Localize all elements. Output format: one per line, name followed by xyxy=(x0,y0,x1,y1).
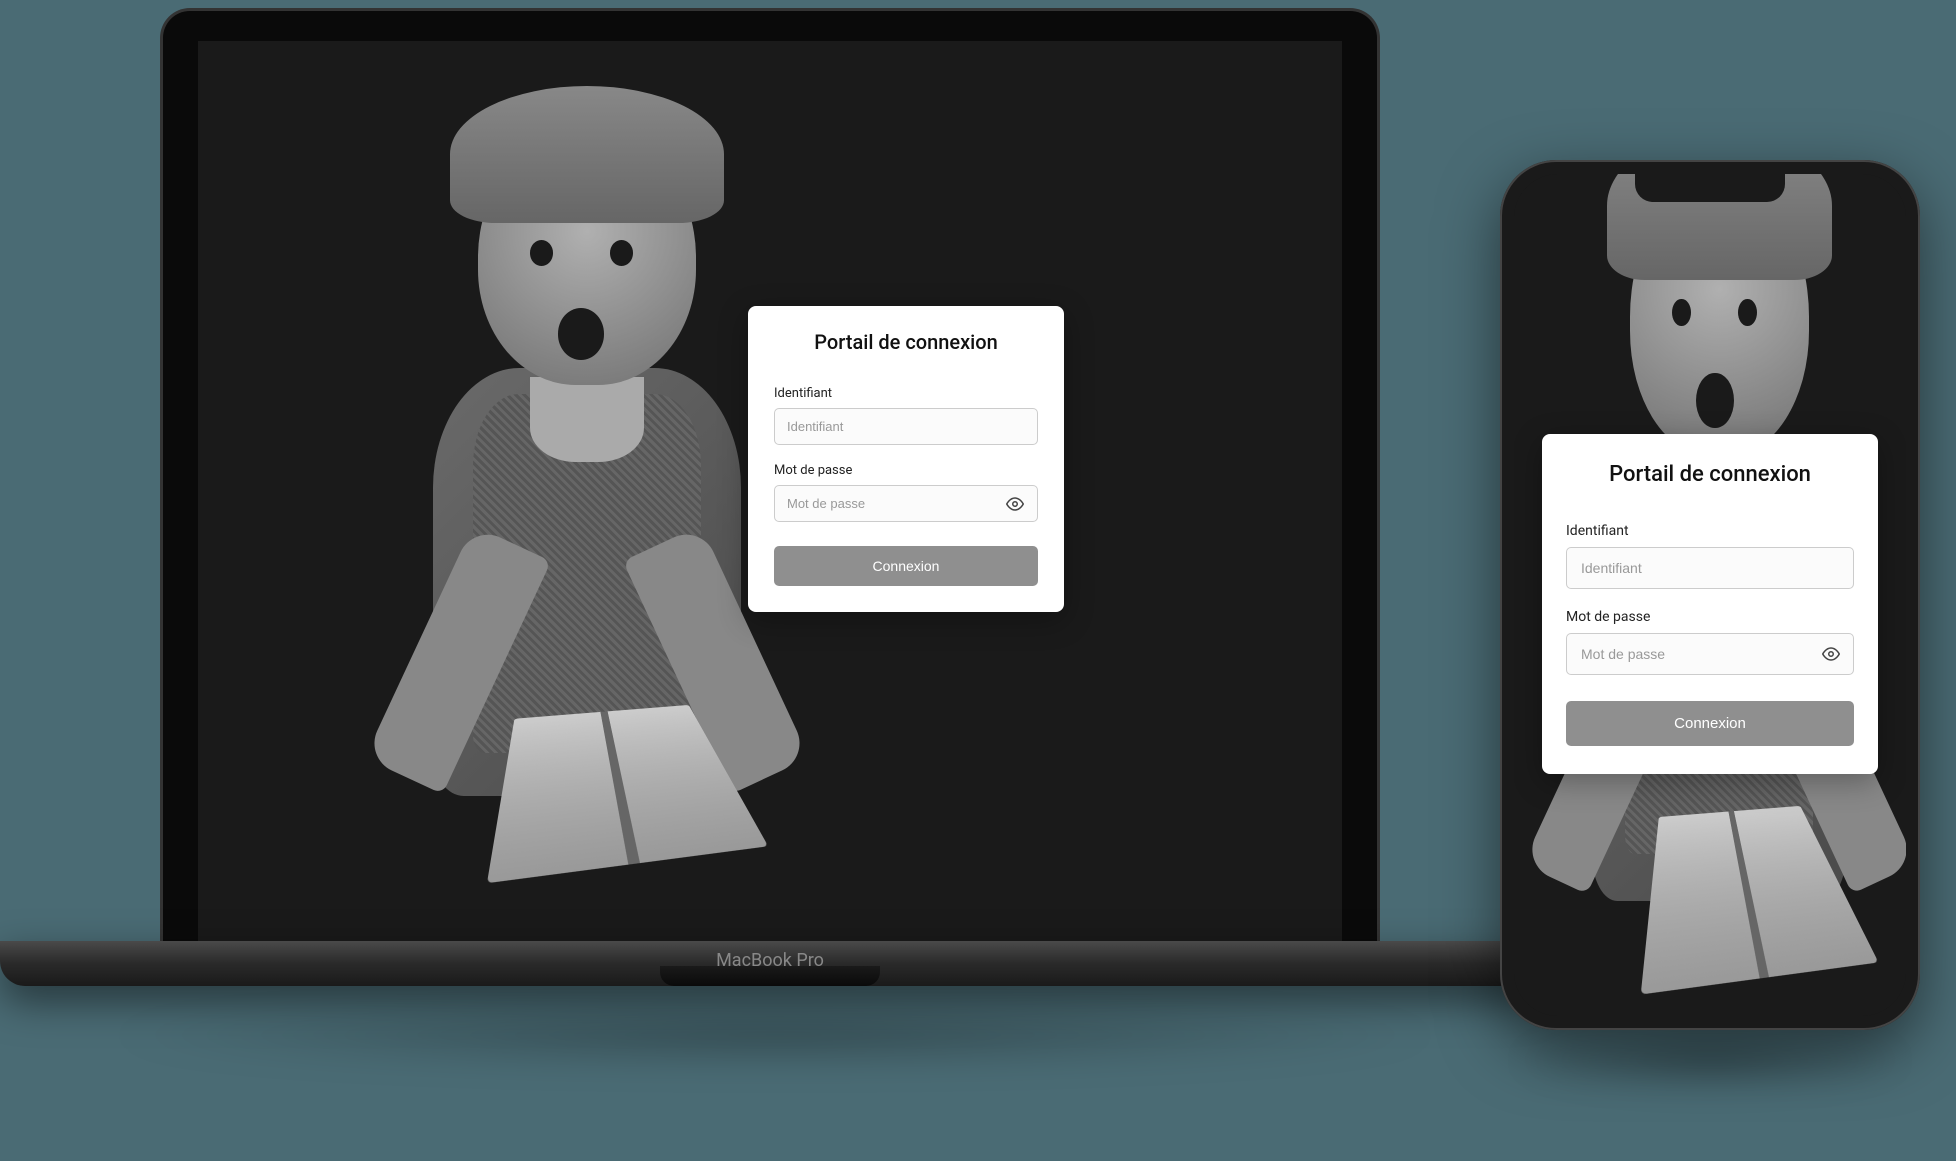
phone-shadow xyxy=(1510,1030,1910,1090)
login-title: Portail de connexion xyxy=(1566,462,1854,487)
phone-notch xyxy=(1635,174,1785,202)
phone-device: Portail de connexion Identifiant Mot de … xyxy=(1500,160,1920,1030)
identifier-input[interactable] xyxy=(1566,547,1854,589)
laptop-device: Portail de connexion Identifiant Mot de … xyxy=(0,8,1540,986)
eye-icon xyxy=(1822,645,1840,663)
password-input[interactable] xyxy=(774,485,1038,522)
laptop-base: MacBook Pro xyxy=(0,941,1540,986)
password-field-wrap xyxy=(1566,633,1854,675)
login-title: Portail de connexion xyxy=(774,330,1038,354)
laptop-bezel: Portail de connexion Identifiant Mot de … xyxy=(160,8,1380,941)
toggle-password-visibility-button[interactable] xyxy=(1818,641,1844,667)
identifier-field-wrap xyxy=(774,408,1038,445)
identifier-field-wrap xyxy=(1566,547,1854,589)
laptop-screen: Portail de connexion Identifiant Mot de … xyxy=(198,41,1342,941)
password-field-wrap xyxy=(774,485,1038,522)
login-submit-button[interactable]: Connexion xyxy=(1566,701,1854,746)
identifier-label: Identifiant xyxy=(1566,523,1854,539)
password-label: Mot de passe xyxy=(1566,609,1854,625)
laptop-shadow xyxy=(100,1000,1450,1070)
laptop-notch xyxy=(660,966,880,986)
identifier-label: Identifiant xyxy=(774,386,1038,401)
toggle-password-visibility-button[interactable] xyxy=(1002,491,1028,517)
identifier-input[interactable] xyxy=(774,408,1038,445)
login-submit-button[interactable]: Connexion xyxy=(774,546,1038,586)
eye-icon xyxy=(1006,495,1024,513)
password-label: Mot de passe xyxy=(774,463,1038,478)
password-input[interactable] xyxy=(1566,633,1854,675)
login-card-mobile: Portail de connexion Identifiant Mot de … xyxy=(1542,434,1878,774)
phone-screen: Portail de connexion Identifiant Mot de … xyxy=(1514,174,1906,1016)
login-card: Portail de connexion Identifiant Mot de … xyxy=(748,306,1064,612)
